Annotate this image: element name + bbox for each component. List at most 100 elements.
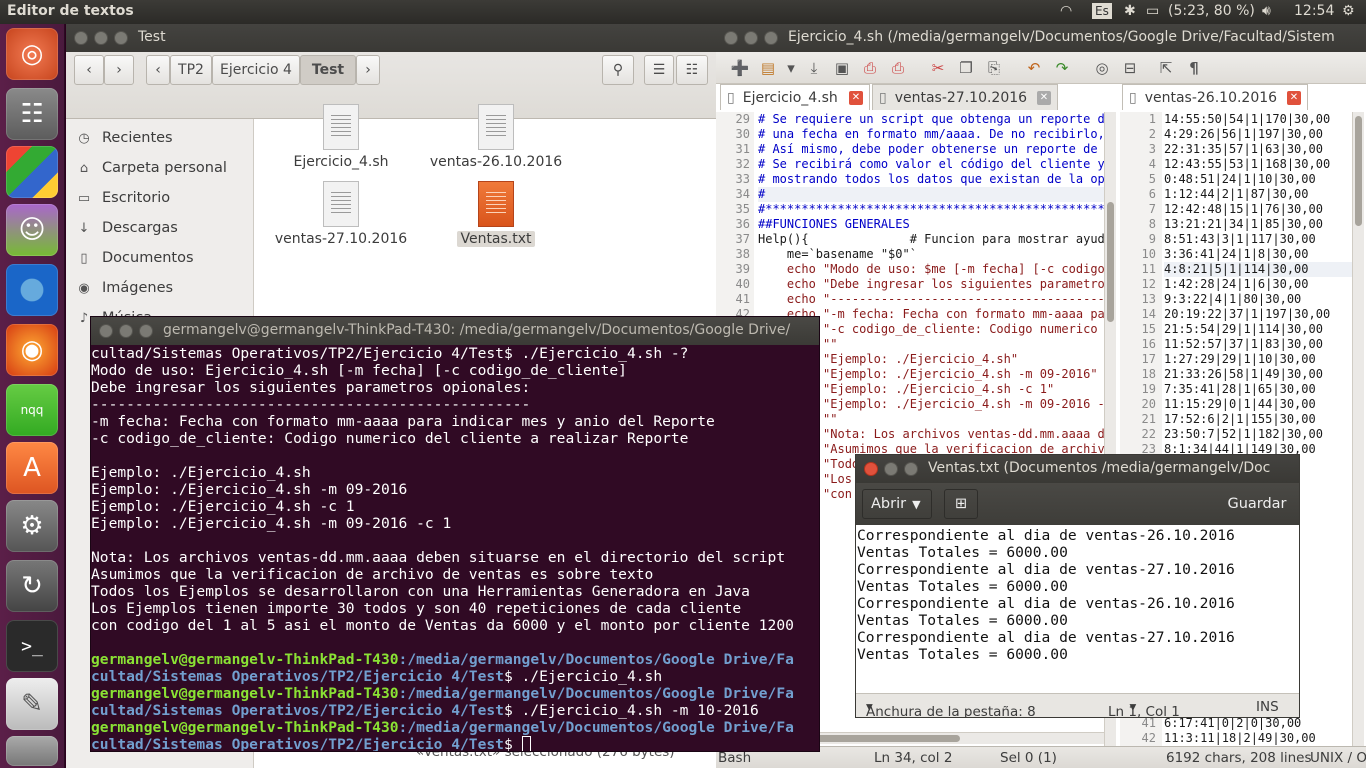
minimize-icon[interactable] (94, 31, 108, 45)
goto-icon[interactable]: ⇱ (1154, 56, 1178, 80)
gedit-titlebar[interactable]: Ejercicio_4.sh (/media/germangelv/Docume… (716, 24, 1366, 52)
file-item[interactable]: ventas-26.10.2016 (421, 104, 571, 170)
selection-info: Sel 0 (1) (1000, 750, 1057, 766)
files-icon[interactable]: ☷ (6, 88, 58, 140)
dropdown-icon[interactable]: ▾ (784, 56, 798, 80)
tab-ventas-27[interactable]: ▯ ventas-27.10.2016 ✕ (872, 84, 1058, 110)
libreoffice-icon[interactable] (6, 146, 58, 198)
minimize-icon[interactable] (884, 462, 898, 476)
keyboard-layout-indicator[interactable]: Es (1092, 3, 1112, 19)
undo-icon[interactable]: ↶ (1022, 56, 1046, 80)
tab-width-selector[interactable]: Anchura de la pestaña: 8 ▾ (866, 699, 1036, 717)
minimize-icon[interactable] (744, 31, 758, 45)
sidebar-item-escritorio[interactable]: ▭ Escritorio (76, 187, 170, 209)
bluetooth-icon[interactable]: ✱ (1124, 3, 1136, 19)
gedit-icon[interactable]: ✎ (6, 678, 58, 730)
sidebar-item-imagenes[interactable]: ◉ Imágenes (76, 277, 173, 299)
maximize-icon[interactable] (139, 324, 153, 338)
maximize-icon[interactable] (764, 31, 778, 45)
paste-icon[interactable]: ⎘ (982, 56, 1006, 80)
save-all-icon[interactable]: ▣ (830, 56, 854, 80)
replace-icon[interactable]: ⊟ (1118, 56, 1142, 80)
grid-view-button[interactable]: ☷ (676, 55, 708, 85)
file-item[interactable]: ventas-27.10.2016 (266, 181, 416, 247)
sidebar-item-carpeta-personal[interactable]: ⌂ Carpeta personal (76, 157, 227, 179)
language-selector[interactable]: Bash (718, 750, 751, 766)
new-tab-button[interactable]: ⊞ (944, 489, 978, 519)
close-icon[interactable] (74, 31, 88, 45)
prompt-line: cultad/Sistemas Operativos/TP2/Ejercicio… (91, 702, 759, 719)
new-file-icon[interactable]: ➕ (728, 56, 752, 80)
code-line: 7:35:41|28|1|65|30,00 (1164, 382, 1316, 396)
cursor-position[interactable]: Ln 1, Col 1 ▾ (1108, 699, 1180, 717)
search-button[interactable]: ⚲ (602, 55, 634, 85)
settings-icon[interactable]: ⚙ (6, 500, 58, 552)
file-item-selected[interactable]: Ventas.txt (421, 181, 571, 247)
sidebar-item-descargas[interactable]: ↓ Descargas (76, 217, 178, 239)
print-preview-icon[interactable]: ⎙ (886, 56, 910, 80)
firefox-icon[interactable]: ◉ (6, 324, 58, 376)
terminal-output[interactable]: cultad/Sistemas Operativos/TP2/Ejercicio… (91, 345, 819, 751)
maximize-icon[interactable] (114, 31, 128, 45)
close-tab-icon[interactable]: ✕ (849, 90, 863, 105)
file-manager-titlebar[interactable]: Test (66, 24, 716, 52)
software-center-icon[interactable]: A (6, 442, 58, 494)
ventas-titlebar[interactable]: Ventas.txt (Documentos /media/germangelv… (856, 455, 1299, 483)
crumb-tp2[interactable]: TP2 (170, 55, 212, 85)
drive-icon[interactable] (6, 736, 58, 766)
list-view-button[interactable]: ☰ (644, 55, 674, 85)
cut-icon[interactable]: ✂ (926, 56, 950, 80)
tab-ejercicio-4-sh[interactable]: ▯ Ejercicio_4.sh ✕ (720, 84, 870, 110)
file-item[interactable]: Ejercicio_4.sh (266, 104, 416, 170)
pilcrow-icon[interactable]: ¶ (1182, 56, 1206, 80)
chromium-icon[interactable] (6, 264, 58, 316)
close-tab-icon[interactable]: ✕ (1037, 90, 1051, 105)
crumb-ejercicio-4[interactable]: Ejercicio 4 (212, 55, 300, 85)
pidgin-icon[interactable]: ☺ (6, 204, 58, 256)
terminal-icon[interactable]: >_ (6, 620, 58, 672)
minimize-icon[interactable] (119, 324, 133, 338)
clock[interactable]: 12:54 (1294, 3, 1334, 19)
close-tab-icon[interactable]: ✕ (1287, 90, 1301, 105)
crumb-right-button[interactable]: › (356, 55, 380, 85)
terminal-titlebar[interactable]: germangelv@germangelv-ThinkPad-T430: /me… (91, 317, 819, 345)
power-gear-icon[interactable]: ⚙ (1342, 3, 1355, 19)
battery-icon[interactable]: ▭ (1146, 3, 1159, 19)
close-icon[interactable] (99, 324, 113, 338)
wifi-icon[interactable]: ◠ (1060, 3, 1072, 19)
line-number: 37 (735, 232, 750, 246)
nqq-icon[interactable]: nqq (6, 384, 58, 436)
text-line: Ventas Totales = 6000.00 (857, 612, 1068, 629)
text-file-icon (478, 104, 514, 150)
open-button[interactable]: Abrir ▼ (862, 489, 932, 519)
battery-status[interactable]: (5:23, 80 %) (1168, 3, 1255, 19)
forward-button[interactable]: › (104, 55, 134, 85)
sidebar-item-documentos[interactable]: ▯ Documentos (76, 247, 193, 269)
save-icon[interactable]: ⤓ (802, 56, 826, 80)
scrollbar-right[interactable] (1352, 112, 1364, 746)
ubuntu-dash-icon[interactable]: ◎ (6, 28, 58, 80)
sidebar-item-recientes[interactable]: ◷ Recientes (76, 127, 172, 149)
back-button[interactable]: ‹ (74, 55, 104, 85)
crumb-left-button[interactable]: ‹ (146, 55, 170, 85)
maximize-icon[interactable] (904, 462, 918, 476)
print-icon[interactable]: ⎙ (858, 56, 882, 80)
find-icon[interactable]: ◎ (1090, 56, 1114, 80)
top-panel: Editor de textos ◠ Es ✱ ▭ (5:23, 80 %) 🔊… (0, 0, 1366, 24)
save-button[interactable]: Guardar (1218, 489, 1296, 519)
volume-icon[interactable]: 🔊︎ (1262, 3, 1271, 19)
crumb-test[interactable]: Test (300, 55, 356, 85)
redo-icon[interactable]: ↷ (1050, 56, 1074, 80)
copy-icon[interactable]: ❐ (954, 56, 978, 80)
home-icon: ⌂ (79, 160, 89, 176)
close-icon[interactable] (724, 31, 738, 45)
line-ending[interactable]: UNIX / O (1310, 750, 1366, 766)
text-line: Correspondiente al dia de ventas-27.10.2… (857, 629, 1235, 646)
close-icon[interactable] (864, 462, 878, 476)
ventas-text-area[interactable]: Correspondiente al dia de ventas-26.10.2… (857, 527, 1235, 663)
open-folder-icon[interactable]: ▤ (756, 56, 780, 80)
update-manager-icon[interactable]: ↻ (6, 560, 58, 612)
terminal-line: Debe ingresar los siguientes parametros … (91, 379, 531, 396)
tab-ventas-26[interactable]: ▯ ventas-26.10.2016 ✕ (1122, 84, 1308, 110)
